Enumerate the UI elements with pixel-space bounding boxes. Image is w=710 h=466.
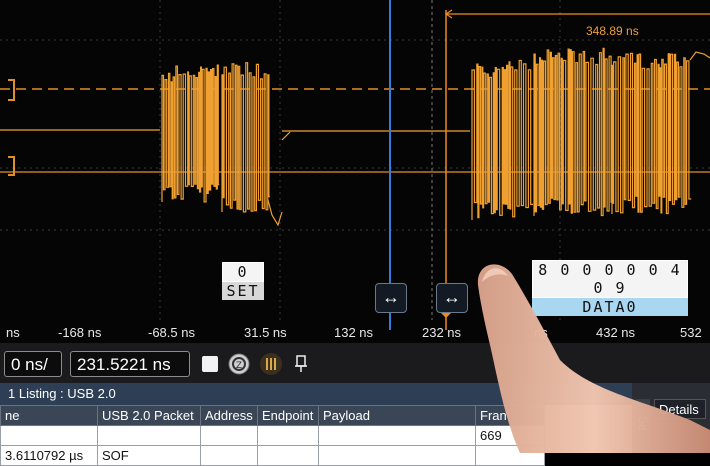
- timebase-scale-field[interactable]: 0 ns/: [4, 351, 62, 377]
- listing-table[interactable]: ne USB 2.0 Packet Address Endpoint Paylo…: [0, 405, 545, 466]
- axis-tick-label: 132 ns: [334, 325, 374, 340]
- axis-tick-label: 432 ns: [596, 325, 636, 340]
- svg-text:Z: Z: [236, 361, 242, 371]
- listing-header-row: ne USB 2.0 Packet Address Endpoint Paylo…: [0, 405, 545, 426]
- col-address[interactable]: Address: [200, 405, 258, 426]
- col-frame[interactable]: Fran: [475, 405, 545, 426]
- cell: [200, 445, 258, 466]
- side-tab-details[interactable]: Details: [654, 399, 706, 419]
- zoom-icon[interactable]: Z: [227, 352, 251, 376]
- axis-tick-label: ns: [6, 325, 20, 340]
- cell: [318, 425, 476, 446]
- timebase-position-field[interactable]: 231.5221 ns: [70, 351, 190, 377]
- cursor-b-handle[interactable]: ↔: [436, 283, 468, 313]
- col-endpoint[interactable]: Endpoint: [257, 405, 319, 426]
- table-row[interactable]: 669: [0, 425, 545, 446]
- level-handle-icon: [8, 79, 15, 101]
- timebase-toolbar: 0 ns/ 231.5221 ns Z: [0, 343, 710, 383]
- setup-decode-box[interactable]: 0 SET: [222, 262, 264, 300]
- table-row[interactable]: 3.6110792 µs SOF: [0, 445, 545, 466]
- delta-time-readout: 348.89 ns: [586, 24, 639, 38]
- axis-tick-label: 31.5 ns: [244, 325, 287, 340]
- col-packet[interactable]: USB 2.0 Packet: [97, 405, 201, 426]
- setup-decode-value: 0: [222, 262, 264, 282]
- cell: [318, 445, 476, 466]
- cell: 3.6110792 µs: [0, 445, 98, 466]
- cell: [200, 425, 258, 446]
- axis-tick-label: 232 ns: [422, 325, 462, 340]
- axis-tick-label: 532: [680, 325, 702, 340]
- axis-tick-label: -168 ns: [58, 325, 102, 340]
- usb-listing-panel: 1 Listing : USB 2.0 ne USB 2.0 Packet Ad…: [0, 383, 710, 466]
- cell: [0, 425, 98, 446]
- cell: SOF: [97, 445, 201, 466]
- axis-tick-label: -68.5 ns: [148, 325, 195, 340]
- cell: [257, 445, 319, 466]
- side-panel: Se Details: [632, 383, 710, 453]
- double-arrow-icon: ↔: [382, 287, 400, 307]
- double-arrow-icon: ↔: [443, 287, 461, 307]
- side-tab-select[interactable]: Se: [636, 399, 650, 447]
- pin-icon[interactable]: [292, 352, 310, 376]
- cell: 669: [475, 425, 545, 446]
- col-payload[interactable]: Payload: [318, 405, 476, 426]
- data0-decode-value: 8 0 0 0 0 0 4 0 9: [532, 260, 688, 298]
- data0-decode-box[interactable]: 8 0 0 0 0 0 4 0 9 DATA0: [532, 260, 688, 316]
- bars-icon[interactable]: [259, 352, 283, 376]
- data0-decode-label: DATA0: [532, 298, 688, 316]
- listing-title: 1 Listing : USB 2.0: [0, 383, 640, 405]
- axis-tick-label: ns: [534, 325, 548, 340]
- usb-signal-trace: [0, 47, 710, 227]
- setup-decode-label: SET: [222, 282, 264, 300]
- cursor-a-handle[interactable]: ↔: [375, 283, 407, 313]
- col-time[interactable]: ne: [0, 405, 98, 426]
- cell: [257, 425, 319, 446]
- cell: [475, 445, 545, 466]
- stop-square-icon[interactable]: [202, 356, 218, 372]
- cell: [97, 425, 201, 446]
